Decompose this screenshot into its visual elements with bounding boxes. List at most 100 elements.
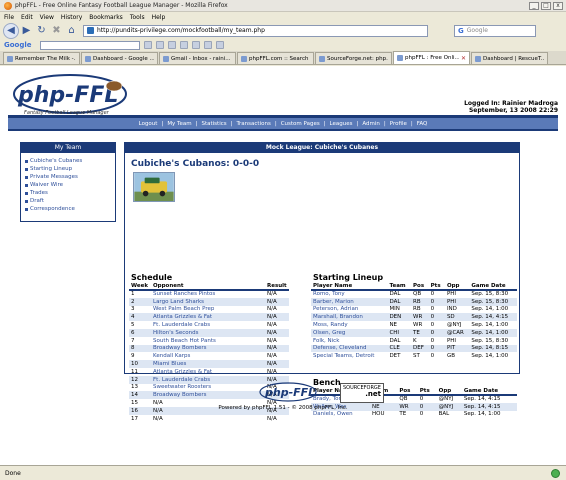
menu-view[interactable]: View [40, 14, 54, 21]
menu-tools[interactable]: Tools [130, 14, 145, 21]
nav-profile[interactable]: Profile [390, 121, 407, 127]
game-date-cell: Sep. 15, 8:30 [469, 297, 517, 306]
opponent-link[interactable]: Largo Land Sharks [151, 297, 265, 306]
search-box[interactable]: G Google [454, 24, 536, 37]
player-link[interactable]: Daniels, Owen [311, 411, 370, 419]
tab-phpffl-active[interactable]: phpFFL : Free Onli... ✕ [393, 51, 470, 64]
menu-edit[interactable]: Edit [21, 14, 33, 21]
reload-icon[interactable]: ↻ [34, 23, 49, 38]
team-cell: NE [389, 322, 398, 329]
tab-rescuetime[interactable]: Dashboard | RescueT... [471, 52, 548, 64]
player-link[interactable]: Special Teams, Detroit [311, 352, 387, 360]
player-link[interactable]: Defense, Cleveland [311, 344, 388, 353]
sidebar-item-correspondence[interactable]: Correspondence [25, 205, 115, 213]
position-cell: ST [413, 353, 420, 360]
opponent-link[interactable]: Broadway Bombers [151, 344, 265, 353]
player-link[interactable]: Peterson, Adrian [311, 306, 387, 314]
player-link[interactable]: Marshall, Brandon [311, 313, 388, 322]
sidebar-item-waiver-wire[interactable]: Waiver Wire [25, 181, 115, 189]
forward-arrow-icon[interactable]: ▶ [19, 23, 34, 38]
nav-my-team[interactable]: My Team [167, 121, 191, 127]
menu-bookmarks[interactable]: Bookmarks [89, 14, 123, 21]
player-link[interactable]: Olsen, Greg [311, 328, 388, 337]
opponent-link[interactable]: Hilton's Seconds [151, 328, 265, 337]
opponent-link[interactable]: Sweetwater Roosters [151, 384, 265, 392]
google-toolbar-search-input[interactable] [39, 40, 140, 50]
column-header: Pts [428, 282, 445, 291]
tab-favicon-icon [319, 55, 325, 62]
google-toolbar-logo: Google [4, 41, 32, 49]
footer-phpffl-logo[interactable]: php-FFL [258, 381, 318, 403]
position-cell: TE [399, 411, 407, 418]
nav-transactions[interactable]: Transactions [236, 121, 270, 127]
result-cell: N/A [267, 353, 277, 360]
position-cell: K [413, 337, 417, 344]
menu-help[interactable]: Help [152, 14, 166, 21]
opponent-link[interactable]: West Palm Beach Prep [151, 306, 265, 314]
sidebar-item-private-messages[interactable]: Private Messages [25, 173, 115, 181]
close-button[interactable]: x [553, 2, 563, 10]
sidebar-item-trades[interactable]: Trades [25, 189, 115, 197]
nav-statistics[interactable]: Statistics [201, 121, 226, 127]
nav-admin[interactable]: Admin [362, 121, 380, 127]
tab-phpffl-search[interactable]: phpFFL.com :: Search [237, 52, 314, 64]
phpffl-logo[interactable]: php-FFL Fantasy Football League Manager [10, 72, 130, 120]
tab-remember-the-milk[interactable]: Remember The Milk -... [3, 52, 80, 64]
nav-leagues[interactable]: Leagues [330, 121, 353, 127]
opponent-link[interactable]: Broadway Bombers [151, 391, 265, 400]
sidebar-item-starting-lineup[interactable]: Starting Lineup [25, 165, 115, 173]
opponent-link[interactable]: Atlanta Grizzles & Fat [151, 368, 265, 376]
logged-in-user: Logged In: Rainier Madroga [464, 100, 558, 107]
tab-gmail[interactable]: Gmail - Inbox - raini... [159, 52, 236, 64]
player-link[interactable]: Romo, Tony [311, 290, 387, 298]
opponent-link[interactable]: South Beach Hot Pants [151, 337, 265, 345]
opponent-cell: SD [444, 313, 470, 322]
lineup-row: Olsen, Greg CHI TE 0 @CAR Sep. 14, 1:00 [311, 328, 517, 337]
stop-icon[interactable]: ✖ [49, 23, 64, 38]
sourceforge-badge[interactable]: SOURCEFORGE .net [340, 383, 384, 403]
nav-faq[interactable]: FAQ [417, 121, 428, 127]
team-cell: CLE [387, 344, 412, 353]
tab-sourceforge[interactable]: SourceForge.net: php... [315, 52, 392, 64]
search-placeholder[interactable]: Google [467, 27, 488, 34]
sidebar-item-team[interactable]: Cubiche's Cubanes [25, 157, 115, 165]
minimize-button[interactable]: _ [529, 2, 539, 10]
starting-lineup-title: Starting Lineup [313, 273, 384, 282]
opponent-link[interactable]: Kendall Karps [151, 352, 265, 360]
home-icon[interactable]: ⌂ [64, 23, 79, 38]
tab-google-dashboard[interactable]: Dashboard - Google ... [81, 52, 158, 64]
player-link[interactable]: Moss, Randy [311, 321, 387, 329]
menu-history[interactable]: History [61, 14, 82, 21]
lineup-row: Folk, Nick DAL K 0 PHI Sep. 15, 8:30 [311, 337, 517, 345]
url-bar[interactable]: http://pundits-privilege.com/mockfootbal… [83, 24, 428, 37]
toolbar-translate-icon[interactable] [203, 41, 212, 49]
toolbar-pagerank-icon[interactable] [167, 41, 176, 49]
lineup-row: Defense, Cleveland CLE DEF 0 PIT Sep. 14, 8:1… [311, 344, 517, 353]
opponent-link[interactable]: Ft. Lauderdale Crabs [151, 375, 265, 384]
opponent-link[interactable]: Atlanta Grizzles & Fat [151, 313, 265, 322]
sidebar-item-draft[interactable]: Draft [25, 197, 115, 205]
tab-close-icon[interactable]: ✕ [461, 55, 466, 62]
player-link[interactable]: Barber, Marion [311, 297, 388, 306]
nav-logout[interactable]: Logout [139, 121, 158, 127]
points-cell: 0 [430, 306, 435, 313]
menu-file[interactable]: File [4, 14, 14, 21]
toolbar-news-icon[interactable] [155, 41, 164, 49]
team-cell: HOU [372, 411, 385, 418]
url-text[interactable]: http://pundits-privilege.com/mockfootbal… [97, 27, 265, 34]
nav-custom-pages[interactable]: Custom Pages [281, 121, 320, 127]
opponent-link[interactable]: Ft. Lauderdale Crabs [151, 321, 265, 329]
back-arrow-icon[interactable]: ◀ [3, 22, 19, 39]
player-link[interactable]: Folk, Nick [311, 337, 387, 345]
result-cell: N/A [265, 297, 289, 306]
current-date: September, 13 2008 22:29 [468, 107, 558, 114]
toolbar-spellcheck-icon[interactable] [191, 41, 200, 49]
week-cell: 10 [129, 360, 151, 368]
opponent-link[interactable]: Miami Blues [151, 360, 265, 368]
toolbar-settings-icon[interactable] [215, 41, 224, 49]
toolbar-search-icon[interactable] [143, 41, 152, 49]
week-cell: 7 [131, 337, 135, 344]
opponent-link[interactable]: Sunset Ranches Pintos [151, 290, 265, 298]
toolbar-bookmark-icon[interactable] [179, 41, 188, 49]
maximize-button[interactable]: □ [541, 2, 551, 10]
